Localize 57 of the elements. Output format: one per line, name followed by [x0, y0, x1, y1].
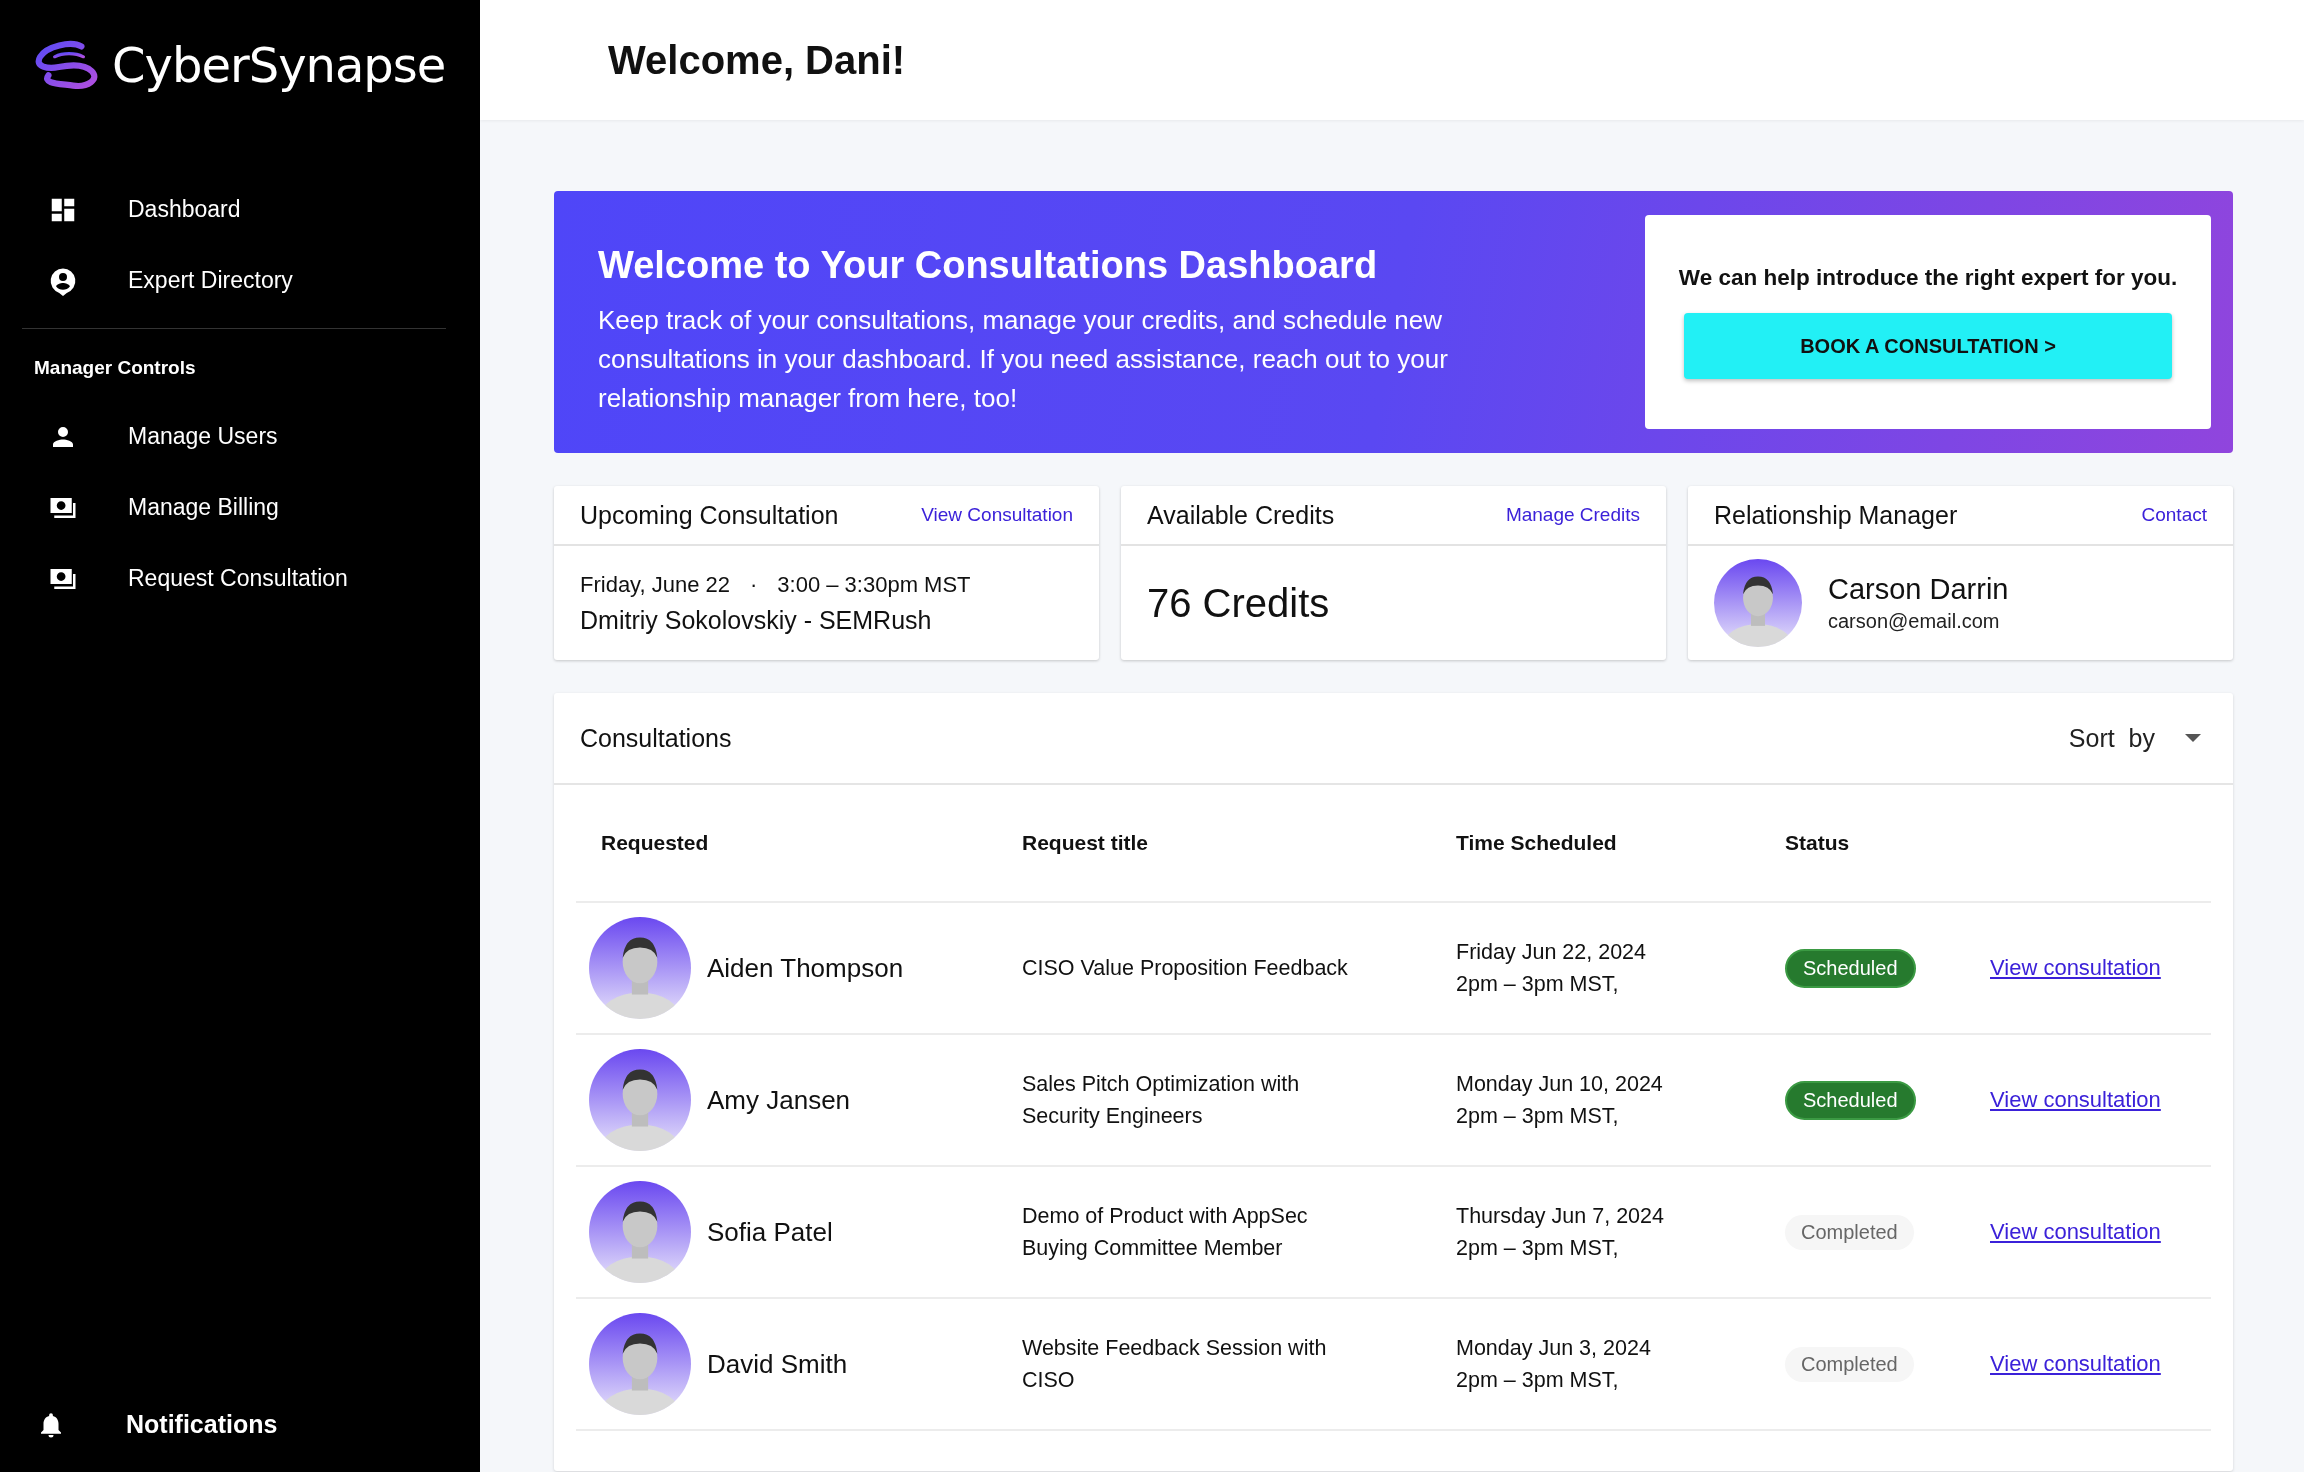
status-badge: Completed	[1785, 1214, 1914, 1250]
card-link[interactable]: Contact	[2141, 504, 2207, 526]
nav-item[interactable]: Request Consultation	[0, 543, 480, 614]
card-title: Relationship Manager	[1714, 500, 1958, 530]
banner-text: Keep track of your consultations, manage your credits, and schedule new consultations in your dashboard. If you need assistance, reach out to your relationship manager from here, too!	[598, 304, 1449, 415]
card-link[interactable]: View Consultation	[921, 504, 1073, 526]
scheduled-time: 2pm – 3pm MST,	[1456, 1235, 1620, 1262]
status-badge: Scheduled	[1785, 1080, 1916, 1120]
manager-email: carson@email.com	[1828, 610, 2001, 633]
view-consultation-link[interactable]: View consultation	[1990, 1087, 2161, 1112]
caret-icon	[2185, 734, 2201, 742]
separator-dot: ·	[749, 571, 759, 598]
consultation-expert: Dmitriy Sokolovskiy - SEMRush	[580, 605, 933, 635]
scheduled-date: Friday Jun 22, 2024	[1456, 938, 1648, 966]
card-link[interactable]: Manage Credits	[1505, 504, 1640, 526]
card-title: Available Credits	[1147, 500, 1335, 530]
requester-name: Sofia Patel	[707, 1216, 833, 1248]
column-header: Requested	[576, 785, 1022, 902]
nav-item[interactable]: Expert Directory	[0, 245, 480, 316]
view-consultation-link[interactable]: View consultation	[1990, 955, 2161, 980]
column-header: Request title	[1022, 785, 1456, 902]
view-consultation-link[interactable]: View consultation	[1990, 1351, 2161, 1376]
card-title: Upcoming Consultation	[580, 500, 839, 530]
sort-dropdown[interactable]: Sort by	[2062, 722, 2207, 754]
section-title: Manager Controls	[33, 357, 197, 379]
credits-value: 76 Credits	[1147, 580, 1331, 626]
scheduled-time: 2pm – 3pm MST,	[1456, 1103, 1620, 1130]
manager-name: Carson Darrin	[1828, 573, 2009, 606]
request-title: Website Feedback Session with CISO	[1022, 1334, 1328, 1394]
scheduled-time: 2pm – 3pm MST,	[1456, 1367, 1620, 1394]
scheduled-date: Thursday Jun 7, 2024	[1456, 1202, 1665, 1230]
brand-name: CyberSynapse	[112, 37, 446, 93]
request-title: Sales Pitch Optimization with Security Engineers	[1022, 1070, 1301, 1130]
panel-title: Consultations	[580, 723, 732, 753]
nav-item[interactable]: Manage Users	[0, 401, 480, 472]
scheduled-date: Monday Jun 3, 2024	[1456, 1334, 1652, 1362]
book-consultation-button[interactable]: BOOK A CONSULTATION >	[1684, 313, 2172, 379]
page-title: Welcome, Dani!	[608, 37, 906, 83]
status-badge: Completed	[1785, 1346, 1914, 1382]
scheduled-date: Monday Jun 10, 2024	[1456, 1070, 1664, 1098]
request-title: CISO Value Proposition Feedback	[1022, 954, 1349, 982]
banner-title: Welcome to Your Consultations Dashboard	[598, 244, 1379, 287]
cta-text: We can help introduce the right expert for you.	[1678, 265, 2178, 291]
requester-name: Aiden Thompson	[707, 952, 904, 984]
consultation-time: 3:00 – 3:30pm MST	[777, 571, 971, 598]
view-consultation-link[interactable]: View consultation	[1990, 1219, 2161, 1244]
requester-name: David Smith	[707, 1348, 848, 1380]
nav-item[interactable]: Dashboard	[0, 174, 480, 245]
request-title: Demo of Product with AppSec Buying Committee Member	[1022, 1202, 1309, 1262]
column-header: Status	[1785, 785, 1990, 902]
scheduled-time: 2pm – 3pm MST,	[1456, 971, 1620, 998]
consultation-date: Friday, June 22	[580, 571, 730, 598]
requester-name: Amy Jansen	[707, 1084, 851, 1116]
nav-item[interactable]: Manage Billing	[0, 472, 480, 543]
status-badge: Scheduled	[1785, 948, 1916, 988]
notifications-item[interactable]: Notifications	[0, 1389, 480, 1460]
column-header: Time Scheduled	[1456, 785, 1785, 902]
